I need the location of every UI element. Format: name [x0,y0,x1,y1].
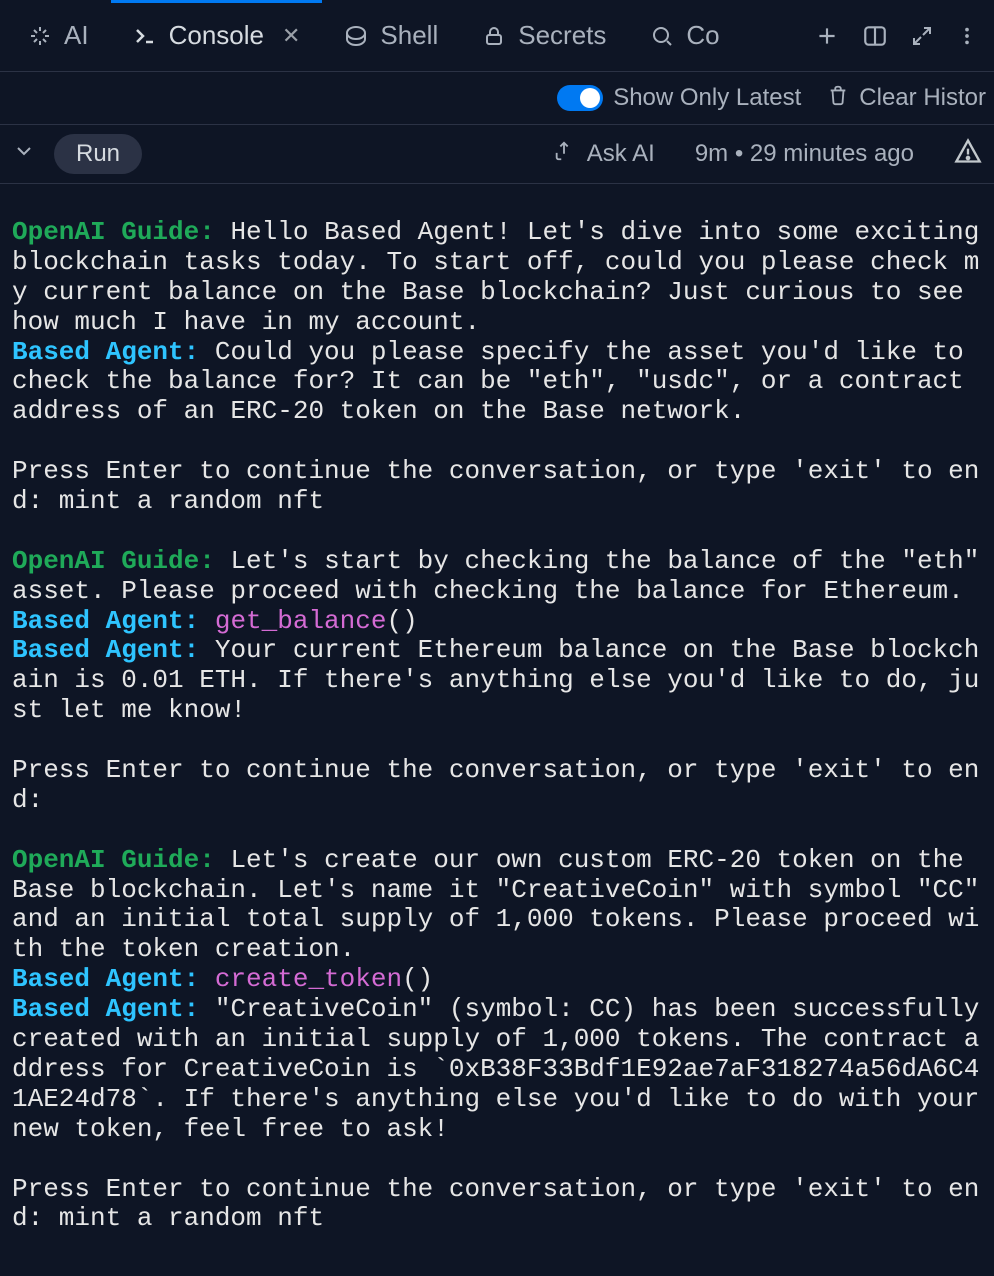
ask-ai-label: Ask AI [587,140,655,168]
function-call: create_token [215,964,402,994]
log-prompt: Press Enter to continue the conversation… [12,456,979,516]
show-only-latest-label: Show Only Latest [613,84,801,112]
tab-secrets-label: Secrets [518,20,606,51]
run-status: 9m • 29 minutes ago [695,140,914,168]
kebab-menu-icon[interactable] [956,25,978,47]
warning-icon[interactable] [954,137,982,172]
function-call: get_balance [215,606,387,636]
expand-icon[interactable] [910,24,934,48]
clear-history-button[interactable]: Clear Histor [827,84,986,113]
tab-bar: AI Console ✕ Shell Secrets Co [0,0,994,72]
guide-label: OpenAI Guide: [12,546,215,576]
lock-icon [482,24,506,48]
clear-history-label: Clear Histor [859,84,986,112]
tab-ai-label: AI [64,20,89,51]
ask-ai-button[interactable]: Ask AI [553,140,655,169]
show-only-latest-toggle[interactable]: Show Only Latest [557,84,801,112]
agent-label: Based Agent: [12,635,199,665]
tab-overflow-label: Co [686,20,719,51]
sparkle-icon [28,24,52,48]
console-toolbar: Show Only Latest Clear Histor [0,72,994,124]
log-prompt: Press Enter to continue the conversation… [12,1174,979,1234]
prompt-icon [133,24,157,48]
agent-label: Based Agent: [12,606,199,636]
shell-icon [344,24,368,48]
guide-label: OpenAI Guide: [12,217,215,247]
trash-icon [827,84,849,113]
parens: () [402,964,433,994]
guide-label: OpenAI Guide: [12,845,215,875]
close-icon[interactable]: ✕ [282,23,300,49]
tab-console-label: Console [169,20,264,51]
log-prompt: Press Enter to continue the conversation… [12,755,979,815]
tab-ai[interactable]: AI [6,0,111,71]
agent-label: Based Agent: [12,964,199,994]
parens: () [386,606,417,636]
run-bar: Run Ask AI 9m • 29 minutes ago [0,124,994,184]
agent-label: Based Agent: [12,994,199,1024]
console-output[interactable]: OpenAI Guide: Hello Based Agent! Let's d… [0,184,994,1246]
share-icon [553,140,575,169]
tab-secrets[interactable]: Secrets [460,0,628,71]
agent-label: Based Agent: [12,337,199,367]
tab-console[interactable]: Console ✕ [111,0,323,71]
run-button[interactable]: Run [54,134,142,174]
split-panel-icon[interactable] [862,23,888,49]
chevron-down-icon[interactable] [12,139,36,170]
search-icon [650,24,674,48]
add-tab-button[interactable] [814,23,840,49]
tab-overflow[interactable]: Co [628,0,725,71]
tab-shell[interactable]: Shell [322,0,460,71]
toggle-switch-icon[interactable] [557,85,603,111]
tab-shell-label: Shell [380,20,438,51]
